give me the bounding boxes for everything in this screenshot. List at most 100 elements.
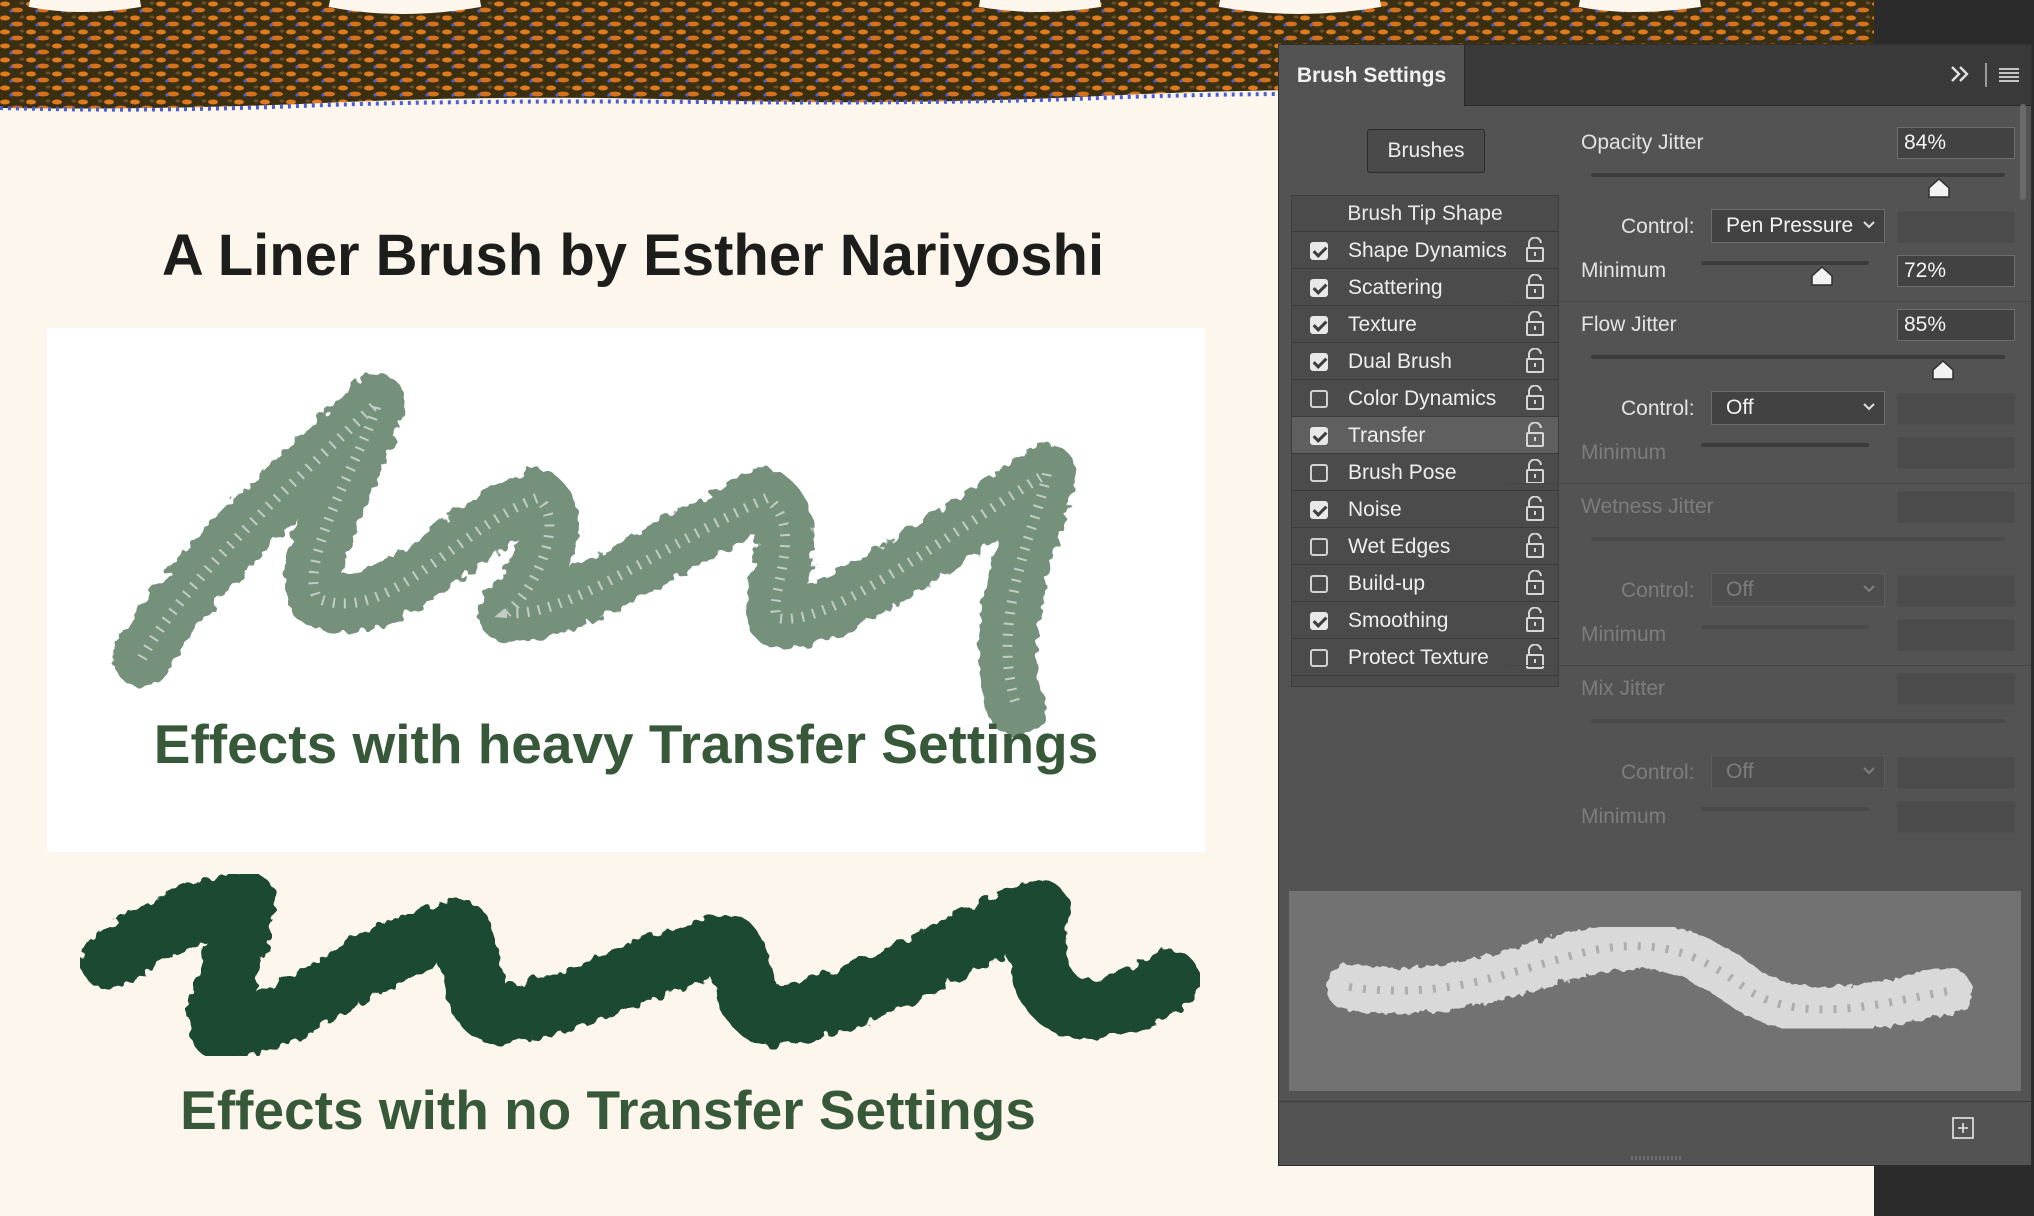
option-smoothing[interactable]: Smoothing [1292,602,1558,639]
unlocked-lock-icon[interactable] [1524,422,1546,448]
checkbox-transfer[interactable] [1310,427,1328,445]
wetness-jitter-label: Wetness Jitter [1581,495,1714,518]
preview-stroke [1326,923,1972,1033]
checkbox-scattering[interactable] [1310,279,1328,297]
wetness-minimum-input [1897,619,2015,651]
option-label: Dual Brush [1348,350,1452,373]
option-color-dynamics[interactable]: Color Dynamics [1292,380,1558,417]
brush-tip-shape-item[interactable]: Brush Tip Shape [1292,196,1558,232]
opacity-minimum-slider-handle[interactable] [1810,265,1834,287]
mix-jitter-input [1897,673,2015,705]
brush-settings-panel: Brush Settings Brushes Brush Tip Shape S… [1278,44,2032,1166]
scrollbar-thumb[interactable] [2020,104,2026,200]
select-value: Pen Pressure [1726,214,1854,237]
chevron-down-icon [1863,585,1875,593]
flow-jitter-slider-handle[interactable] [1931,359,1955,381]
unlocked-lock-icon[interactable] [1524,607,1546,633]
double-chevron-right-icon[interactable] [1947,61,1973,87]
checkbox-dual-brush[interactable] [1310,353,1328,371]
opacity-control-select[interactable]: Pen Pressure [1711,209,1885,243]
flow-minimum-input [1897,437,2015,469]
section-divider [1507,483,2031,484]
new-preset-icon[interactable] [1951,1116,1975,1140]
opacity-control-empty-field [1897,211,2015,243]
hamburger-menu-icon[interactable] [1997,63,2021,87]
flow-jitter-input[interactable]: 85% [1897,309,2015,341]
resize-grip-icon[interactable] [1627,1153,1687,1163]
flow-minimum-label: Minimum [1581,441,1667,464]
brush-stroke-preview [1289,891,2021,1091]
checkbox-shape-dynamics[interactable] [1310,242,1328,260]
checkbox-texture[interactable] [1310,316,1328,334]
unlocked-lock-icon[interactable] [1524,348,1546,374]
checkbox-brush-pose[interactable] [1310,464,1328,482]
heavy-transfer-card: Effects with heavy Transfer Settings [47,328,1205,852]
option-label: Color Dynamics [1348,387,1497,410]
chevron-down-icon [1863,221,1875,229]
brushes-button[interactable]: Brushes [1367,129,1485,173]
heavy-transfer-caption: Effects with heavy Transfer Settings [153,713,1099,775]
option-brush-pose[interactable]: Brush Pose [1292,454,1558,491]
option-build-up[interactable]: Build-up [1292,565,1558,602]
unlocked-lock-icon[interactable] [1524,459,1546,485]
option-texture[interactable]: Texture [1292,306,1558,343]
flow-control-label: Control: [1621,397,1695,420]
opacity-minimum-input[interactable]: 72% [1897,255,2015,287]
option-label: Smoothing [1348,609,1449,632]
opacity-control-label: Control: [1621,215,1695,238]
option-protect-texture[interactable]: Protect Texture [1292,639,1558,676]
checkbox-build-up[interactable] [1310,575,1328,593]
select-value: Off [1726,760,1754,783]
option-transfer[interactable]: Transfer [1292,417,1558,454]
artwork-title: A Liner Brush by Esther Nariyoshi [161,223,1105,288]
panel-header: Brush Settings [1279,45,2031,106]
option-label: Wet Edges [1348,535,1451,558]
option-wet-edges[interactable]: Wet Edges [1292,528,1558,565]
unlocked-lock-icon[interactable] [1524,496,1546,522]
opacity-jitter-slider-handle[interactable] [1927,177,1951,199]
checkbox-wet-edges[interactable] [1310,538,1328,556]
unlocked-lock-icon[interactable] [1524,237,1546,263]
no-transfer-stroke [80,870,1200,1060]
mix-minimum-input [1897,801,2015,833]
unlocked-lock-icon[interactable] [1524,274,1546,300]
panel-footer [1279,1101,2031,1154]
mix-minimum-label: Minimum [1581,805,1667,828]
unlocked-lock-icon[interactable] [1524,570,1546,596]
wetness-control-label: Control: [1621,579,1695,602]
mix-minimum-slider-track [1701,807,1869,811]
wetness-control-select: Off [1711,573,1885,607]
option-noise[interactable]: Noise [1292,491,1558,528]
option-shape-dynamics[interactable]: Shape Dynamics [1292,232,1558,269]
option-label: Brush Pose [1348,461,1457,484]
option-label: Noise [1348,498,1402,521]
brush-option-list: Brush Tip Shape Shape Dynamics Scatterin… [1291,195,1559,687]
option-label: Shape Dynamics [1348,239,1507,262]
unlocked-lock-icon[interactable] [1524,311,1546,337]
flow-control-empty-field [1897,393,2015,425]
opacity-jitter-input[interactable]: 84% [1897,127,2015,159]
unlocked-lock-icon[interactable] [1524,644,1546,670]
wetness-jitter-input [1897,491,2015,523]
option-label: Transfer [1348,424,1426,447]
chevron-down-icon [1863,767,1875,775]
checkbox-color-dynamics[interactable] [1310,390,1328,408]
wetness-minimum-label: Minimum [1581,623,1667,646]
select-value: Off [1726,578,1754,601]
wetness-control-empty-field [1897,575,2015,607]
tab-brush-settings[interactable]: Brush Settings [1279,45,1465,106]
checkbox-noise[interactable] [1310,501,1328,519]
checkbox-protect-texture[interactable] [1310,649,1328,667]
option-label: Scattering [1348,276,1443,299]
flow-control-select[interactable]: Off [1711,391,1885,425]
chevron-down-icon [1863,403,1875,411]
unlocked-lock-icon[interactable] [1524,385,1546,411]
unlocked-lock-icon[interactable] [1524,533,1546,559]
option-label: Build-up [1348,572,1426,595]
opacity-minimum-slider-track[interactable] [1701,261,1869,265]
mix-control-select: Off [1711,755,1885,789]
option-dual-brush[interactable]: Dual Brush [1292,343,1558,380]
option-label: Texture [1348,313,1417,336]
checkbox-smoothing[interactable] [1310,612,1328,630]
opacity-jitter-label: Opacity Jitter [1581,131,1704,154]
